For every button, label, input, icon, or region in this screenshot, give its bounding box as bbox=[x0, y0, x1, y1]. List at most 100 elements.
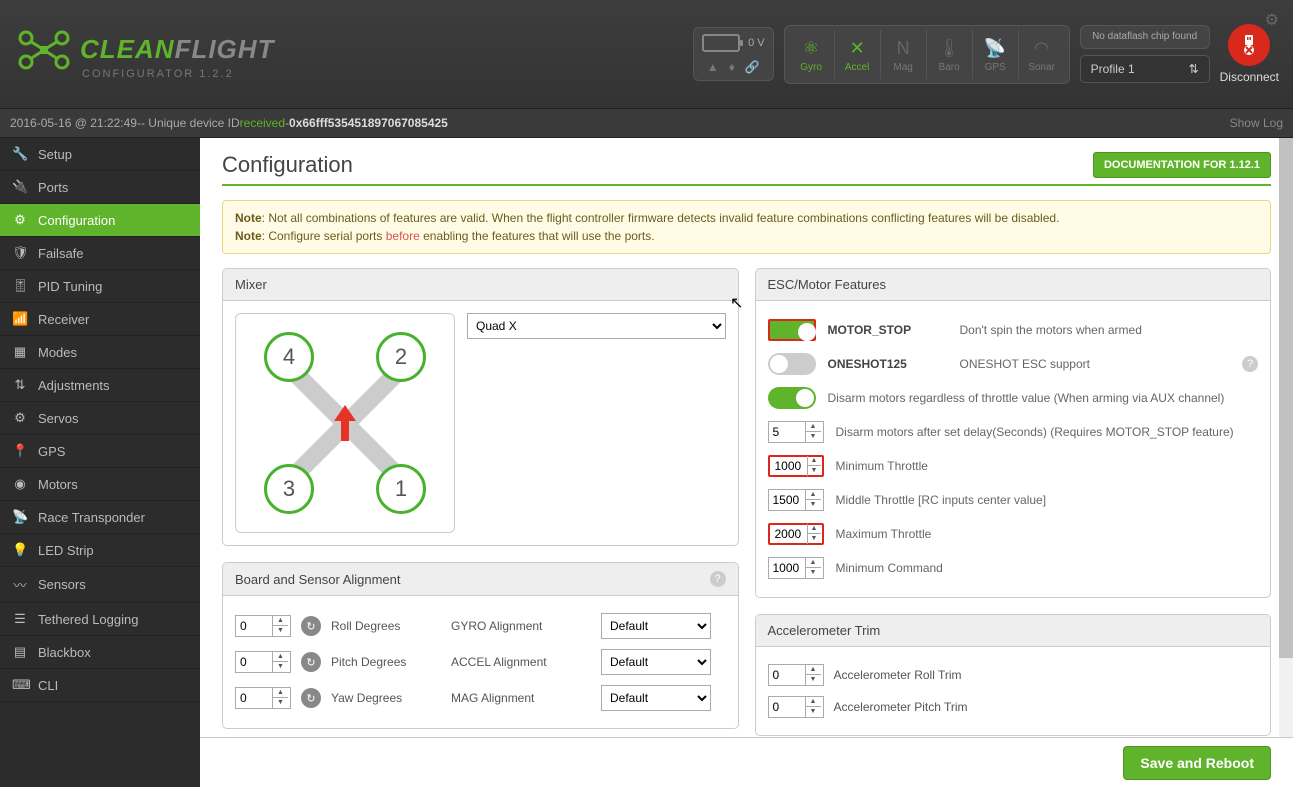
help-icon[interactable]: ? bbox=[710, 571, 726, 587]
setup-icon: 🔧 bbox=[12, 146, 28, 162]
trim-row: ▲▼Accelerometer Roll Trim bbox=[768, 659, 1259, 691]
sidebar-item-receiver[interactable]: 📶Receiver bbox=[0, 303, 200, 336]
feature-row: 2▲▼Minimum Throttle bbox=[768, 449, 1259, 483]
sensor-mag[interactable]: NMag bbox=[881, 30, 927, 79]
feature-row: 1MOTOR_STOPDon't spin the motors when ar… bbox=[768, 313, 1259, 347]
feature-row: ▲▼Minimum Command bbox=[768, 551, 1259, 585]
note-box: Note: Not all combinations of features a… bbox=[222, 200, 1271, 254]
link-icon[interactable]: 🔗 bbox=[745, 60, 760, 74]
sidebar-item-setup[interactable]: 🔧Setup bbox=[0, 138, 200, 171]
sidebar-item-adjustments[interactable]: ⇅Adjustments bbox=[0, 369, 200, 402]
tethered-logging-icon: ☰ bbox=[12, 611, 28, 627]
spin-up-icon: ▲ bbox=[808, 524, 821, 534]
scrollbar[interactable] bbox=[1279, 138, 1293, 737]
sidebar-item-pid-tuning[interactable]: 🎚PID Tuning bbox=[0, 270, 200, 303]
alignment-select[interactable]: Default bbox=[601, 685, 711, 711]
esc-panel: ESC/Motor Features 1MOTOR_STOPDon't spin… bbox=[755, 268, 1272, 598]
warning-icon[interactable]: ▲ bbox=[707, 60, 719, 74]
showlog-button[interactable]: Show Log bbox=[1230, 116, 1283, 130]
gps-icon: 📡 bbox=[973, 36, 1018, 62]
number-input[interactable]: ▲▼ bbox=[768, 523, 824, 545]
modes-icon: ▦ bbox=[12, 344, 28, 360]
logo-sub: CONFIGURATOR 1.2.2 bbox=[82, 68, 274, 80]
pid-tuning-icon: 🎚 bbox=[12, 278, 28, 294]
number-input[interactable]: ▲▼ bbox=[768, 696, 824, 718]
sidebar-item-race-transponder[interactable]: 📡Race Transponder bbox=[0, 501, 200, 534]
logo-text-b: FLIGHT bbox=[175, 34, 275, 64]
sensor-gps[interactable]: 📡GPS bbox=[973, 30, 1019, 79]
cli-icon: ⌨ bbox=[12, 677, 28, 693]
logo: CLEANFLIGHT CONFIGURATOR 1.2.2 bbox=[14, 28, 274, 80]
save-reboot-button[interactable]: Save and Reboot bbox=[1123, 746, 1271, 780]
sidebar-item-led-strip[interactable]: 💡LED Strip bbox=[0, 534, 200, 567]
spin-down-icon: ▼ bbox=[273, 662, 288, 672]
toggle-oneshot125[interactable] bbox=[768, 353, 816, 375]
sidebar-item-cli[interactable]: ⌨CLI bbox=[0, 669, 200, 702]
spin-down-icon: ▼ bbox=[808, 466, 821, 476]
documentation-button[interactable]: DOCUMENTATION FOR 1.12.1 bbox=[1093, 152, 1271, 178]
sidebar-item-configuration[interactable]: ⚙Configuration bbox=[0, 204, 200, 237]
board-panel: Board and Sensor Alignment? ▲▼↻Roll Degr… bbox=[222, 562, 739, 729]
number-input[interactable]: ▲▼ bbox=[235, 615, 291, 637]
baro-icon: 🌡 bbox=[927, 36, 972, 62]
profile-select[interactable]: Profile 1⇅ bbox=[1080, 55, 1210, 83]
usb-disconnect-icon bbox=[1228, 24, 1270, 66]
sensor-sonar[interactable]: ◠Sonar bbox=[1019, 30, 1065, 79]
trim-row: ▲▼Accelerometer Pitch Trim bbox=[768, 691, 1259, 723]
status-msg: -- Unique device ID bbox=[137, 116, 240, 130]
sidebar-item-tethered-logging[interactable]: ☰Tethered Logging bbox=[0, 603, 200, 636]
led-strip-icon: 💡 bbox=[12, 542, 28, 558]
dataflash-chip[interactable]: No dataflash chip found bbox=[1080, 25, 1210, 49]
number-input[interactable]: ▲▼ bbox=[768, 421, 824, 443]
sidebar-item-servos[interactable]: ⚙Servos bbox=[0, 402, 200, 435]
profile-label: Profile 1 bbox=[1091, 62, 1135, 76]
gear-icon[interactable]: ⚙ bbox=[1265, 10, 1279, 30]
number-input[interactable]: ▲▼ bbox=[235, 687, 291, 709]
disconnect-button[interactable]: Disconnect bbox=[1220, 24, 1279, 84]
number-input[interactable]: ▲▼ bbox=[768, 455, 824, 477]
sensor-accel[interactable]: ✕Accel bbox=[835, 30, 881, 79]
alignment-select[interactable]: Default bbox=[601, 613, 711, 639]
toggle-motor_stop[interactable] bbox=[768, 319, 816, 341]
spin-up-icon: ▲ bbox=[273, 688, 288, 698]
board-title: Board and Sensor Alignment bbox=[235, 572, 401, 587]
configuration-icon: ⚙ bbox=[12, 212, 28, 228]
motor-1: 1 bbox=[376, 464, 426, 514]
help-icon[interactable]: ? bbox=[1242, 356, 1258, 372]
sidebar-item-sensors[interactable]: 〰Sensors bbox=[0, 567, 200, 603]
scroll-thumb[interactable] bbox=[1279, 138, 1293, 658]
receiver-icon: 📶 bbox=[12, 311, 28, 327]
sidebar-item-gps[interactable]: 📍GPS bbox=[0, 435, 200, 468]
spin-up-icon: ▲ bbox=[273, 616, 288, 626]
sensor-baro[interactable]: 🌡Baro bbox=[927, 30, 973, 79]
motor-2: 2 bbox=[376, 332, 426, 382]
sidebar-item-ports[interactable]: 🔌Ports bbox=[0, 171, 200, 204]
alignment-select[interactable]: Default bbox=[601, 649, 711, 675]
mixer-select[interactable]: Quad X bbox=[467, 313, 726, 339]
number-input[interactable]: ▲▼ bbox=[768, 664, 824, 686]
align-row: ▲▼↻Yaw DegreesMAG AlignmentDefault bbox=[235, 680, 726, 716]
status-id: 0x66fff535451897067085425 bbox=[289, 116, 448, 130]
blackbox-icon: ▤ bbox=[12, 644, 28, 660]
spin-up-icon: ▲ bbox=[806, 665, 821, 675]
mixer-title: Mixer bbox=[235, 277, 267, 292]
premium-icon[interactable]: ♦ bbox=[729, 60, 735, 74]
toggle-[interactable] bbox=[768, 387, 816, 409]
spin-down-icon: ▼ bbox=[808, 534, 821, 544]
battery-box: 0 V ▲ ♦ 🔗 bbox=[693, 27, 774, 81]
sensors-panel: ⚛Gyro✕AccelNMag🌡Baro📡GPS◠Sonar bbox=[784, 25, 1070, 84]
feature-row: 3▲▼Maximum Throttle bbox=[768, 517, 1259, 551]
number-input[interactable]: ▲▼ bbox=[768, 557, 824, 579]
number-input[interactable]: ▲▼ bbox=[235, 651, 291, 673]
accel-panel: Accelerometer Trim ▲▼Accelerometer Roll … bbox=[755, 614, 1272, 736]
gyro-icon: ⚛ bbox=[789, 36, 834, 62]
note-link[interactable]: before bbox=[386, 229, 420, 243]
sidebar-item-failsafe[interactable]: 🛡Failsafe bbox=[0, 237, 200, 270]
mag-icon: N bbox=[881, 36, 926, 62]
number-input[interactable]: ▲▼ bbox=[768, 489, 824, 511]
sidebar-item-blackbox[interactable]: ▤Blackbox bbox=[0, 636, 200, 669]
sidebar-item-motors[interactable]: ◉Motors bbox=[0, 468, 200, 501]
accel-icon: ✕ bbox=[835, 36, 880, 62]
sidebar-item-modes[interactable]: ▦Modes bbox=[0, 336, 200, 369]
sensor-gyro[interactable]: ⚛Gyro bbox=[789, 30, 835, 79]
